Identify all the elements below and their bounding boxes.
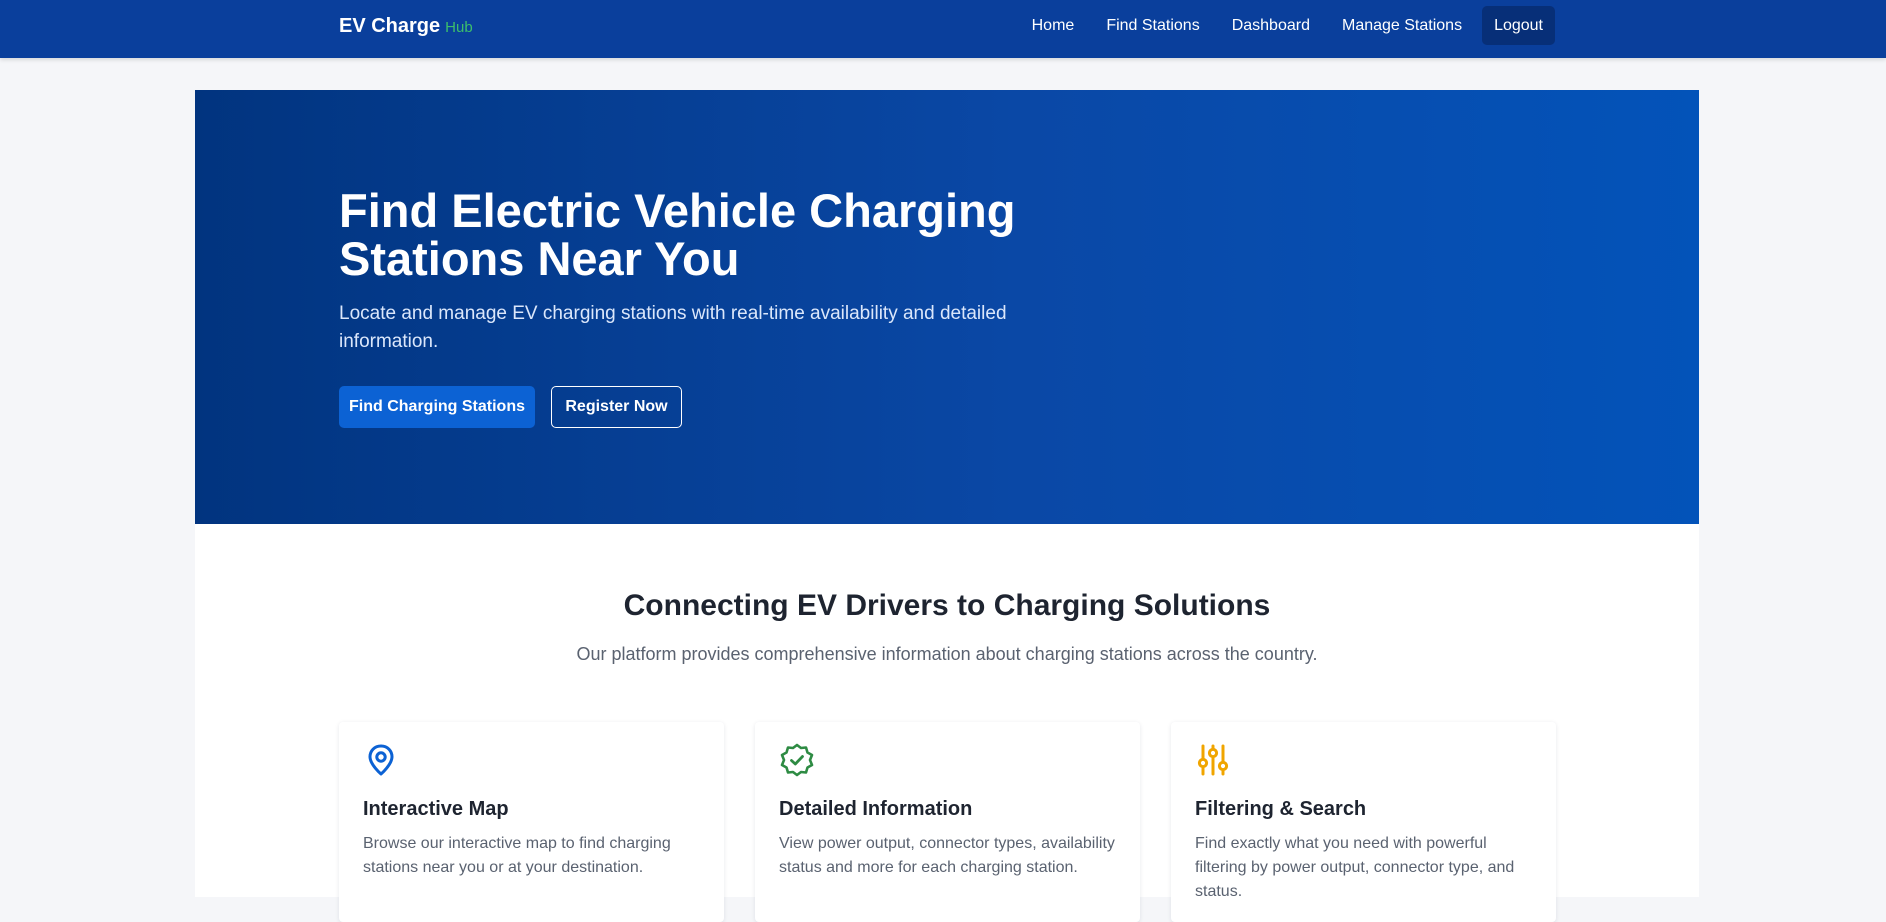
hero-title: Find Electric Vehicle Charging Stations … — [339, 184, 1016, 285]
register-now-button[interactable]: Register Now — [551, 386, 682, 428]
features-subtitle: Our platform provides comprehensive info… — [576, 644, 1318, 664]
feature-card-detailed-information: Detailed Information View power output, … — [755, 722, 1140, 922]
features-title: Connecting EV Drivers to Charging Soluti… — [623, 589, 1271, 622]
map-pin-icon — [363, 742, 399, 778]
feature-card-title: Detailed Information — [779, 798, 973, 820]
feature-card-text: Browse our interactive map to find charg… — [363, 835, 671, 876]
feature-card-filtering-search: Filtering & Search Find exactly what you… — [1171, 722, 1556, 922]
feature-card-interactive-map: Interactive Map Browse our interactive m… — [339, 722, 724, 922]
feature-card-title: Interactive Map — [363, 798, 509, 820]
nav-logout-button[interactable]: Logout — [1482, 6, 1555, 45]
hero-subtitle: Locate and manage EV charging stations w… — [339, 303, 1007, 352]
nav-home-link[interactable]: Home — [1020, 6, 1087, 45]
brand-name: EV Charge — [339, 15, 441, 37]
verified-badge-icon — [779, 742, 815, 778]
nav-links: Home Find Stations Dashboard Manage Stat… — [1020, 6, 1555, 45]
find-charging-stations-button[interactable]: Find Charging Stations — [339, 386, 535, 428]
top-navbar: EV Charge Hub Home Find Stations Dashboa… — [0, 0, 1886, 58]
nav-find-stations-link[interactable]: Find Stations — [1094, 6, 1211, 45]
features-section: Connecting EV Drivers to Charging Soluti… — [195, 524, 1699, 922]
sliders-icon — [1195, 742, 1231, 778]
hero-section: Find Electric Vehicle Charging Stations … — [195, 90, 1699, 524]
feature-card-text: Find exactly what you need with powerful… — [1195, 835, 1515, 900]
brand-logo[interactable]: EV Charge Hub — [339, 15, 473, 38]
nav-dashboard-link[interactable]: Dashboard — [1220, 6, 1322, 45]
feature-card-text: View power output, connector types, avai… — [779, 835, 1115, 876]
nav-manage-stations-link[interactable]: Manage Stations — [1330, 6, 1474, 45]
brand-suffix: Hub — [445, 19, 473, 36]
feature-card-title: Filtering & Search — [1195, 798, 1367, 820]
